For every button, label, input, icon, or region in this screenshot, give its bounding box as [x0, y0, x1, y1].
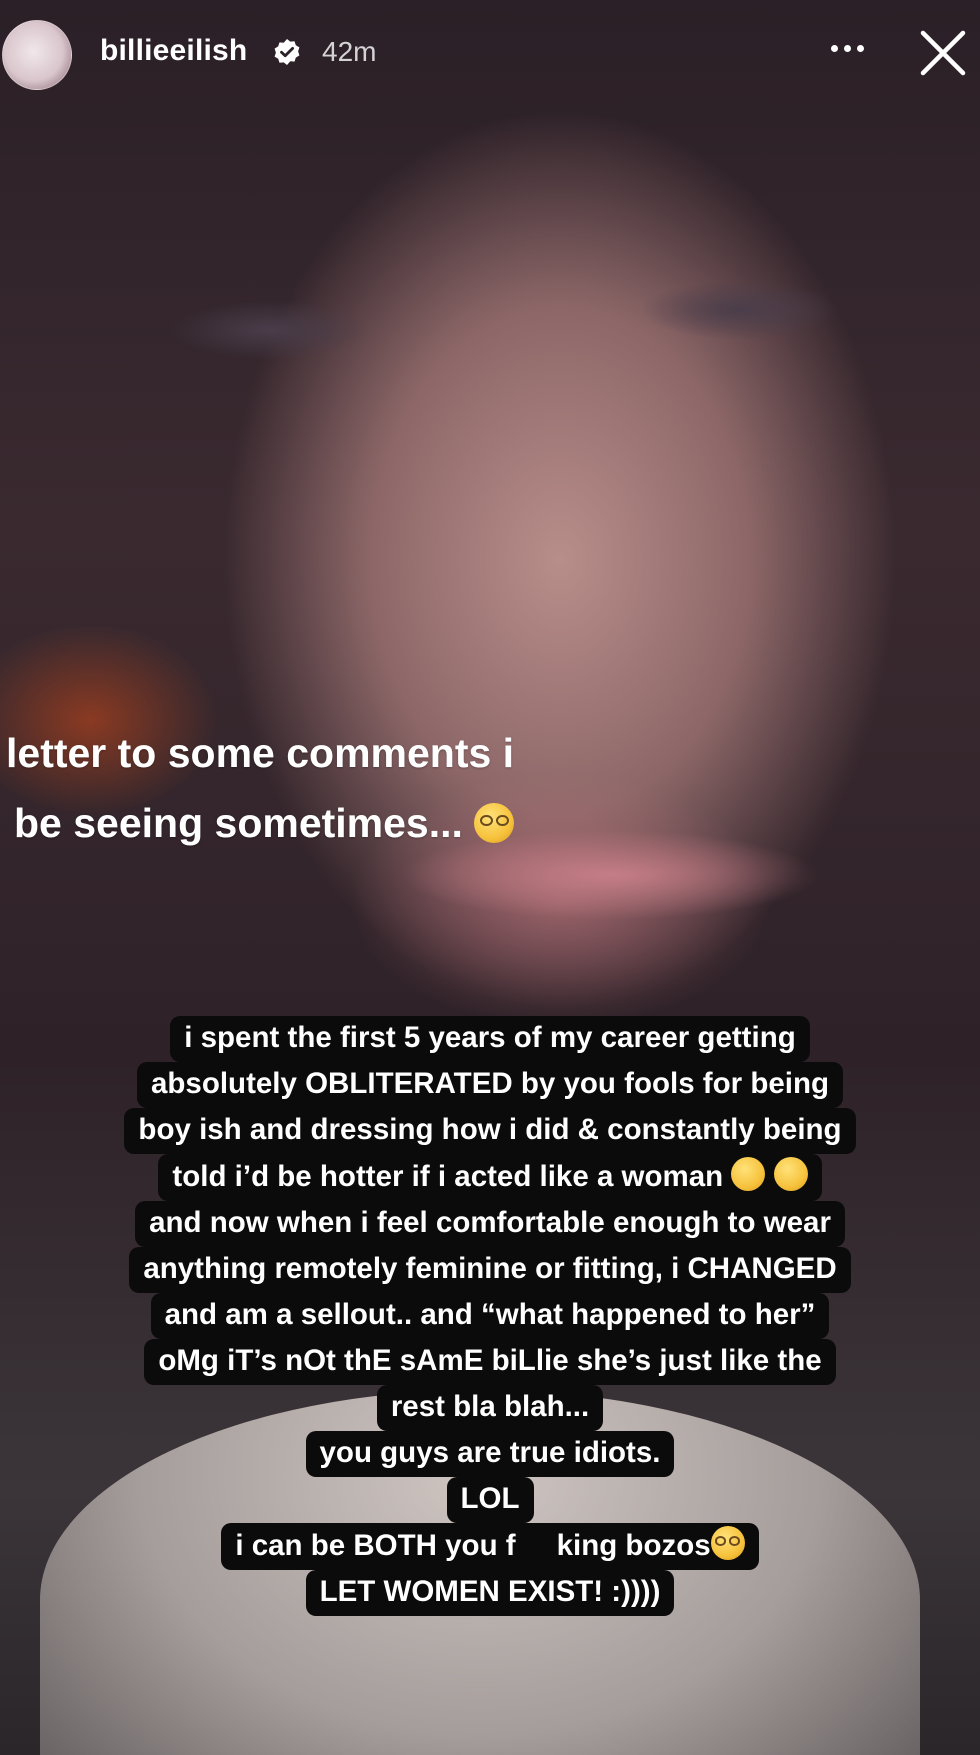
text-line: rest bla blah...: [376, 1385, 604, 1431]
story-view[interactable]: billieeilish 42m letter to some comments…: [0, 0, 980, 1755]
text-line-text: told i’d be hotter if i acted like a wom…: [172, 1160, 724, 1193]
post-time: 42m: [322, 36, 377, 67]
close-icon[interactable]: [918, 28, 968, 78]
text-line-with-emoji: told i’d be hotter if i acted like a wom…: [158, 1154, 822, 1201]
text-line: boy ish and dressing how i did & constan…: [124, 1108, 856, 1154]
rolling-laughing-emoji-icon: [731, 1157, 766, 1191]
text-line: i spent the first 5 years of my career g…: [170, 1016, 810, 1062]
nerd-face-emoji-icon: [710, 1526, 745, 1560]
caption-line-1: letter to some comments i: [6, 730, 514, 777]
username[interactable]: billieeilish: [100, 34, 247, 68]
text-line: absolutely OBLITERATED by you fools for …: [137, 1062, 843, 1108]
text-line: LOL: [446, 1477, 534, 1523]
story-header: billieeilish 42m: [0, 0, 980, 110]
text-overlay-block: i spent the first 5 years of my career g…: [0, 1016, 980, 1616]
text-line-text: i can be BOTH you f king bozos: [235, 1529, 711, 1562]
avatar[interactable]: [2, 20, 72, 90]
text-line: you guys are true idiots.: [305, 1431, 675, 1477]
caption-text-1: letter to some comments i: [6, 730, 515, 776]
text-line: LET WOMEN EXIST! :)))): [305, 1570, 675, 1616]
caption-text-2: be seeing sometimes...: [14, 800, 463, 846]
verified-badge-icon: [274, 39, 300, 65]
nerd-face-emoji-icon: [474, 803, 515, 843]
caption-line-2: be seeing sometimes...: [14, 800, 515, 847]
text-line: and am a sellout.. and “what happened to…: [150, 1293, 830, 1339]
text-line: anything remotely feminine or fitting, i…: [129, 1247, 851, 1293]
text-line: oMg iT’s nOt thE sAmE biLlie she’s just …: [144, 1339, 836, 1385]
more-dots-icon[interactable]: [822, 28, 872, 68]
text-line-with-emoji: i can be BOTH you f king bozos: [221, 1523, 759, 1570]
text-line: and now when i feel comfortable enough t…: [135, 1201, 845, 1247]
background-photo-eye-left: [170, 300, 370, 360]
rolling-laughing-emoji-icon: [773, 1157, 808, 1191]
background-photo-eye-right: [640, 280, 840, 340]
